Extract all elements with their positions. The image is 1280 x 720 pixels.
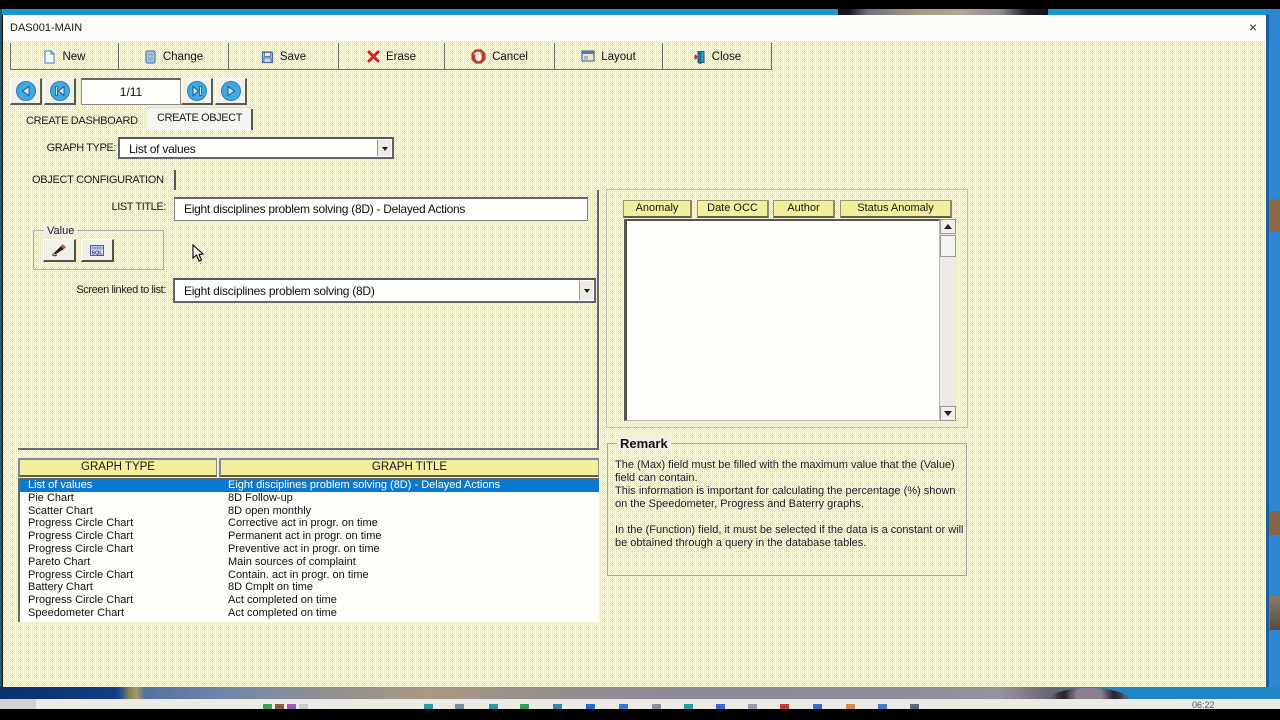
svg-text:SQL: SQL	[91, 250, 103, 256]
